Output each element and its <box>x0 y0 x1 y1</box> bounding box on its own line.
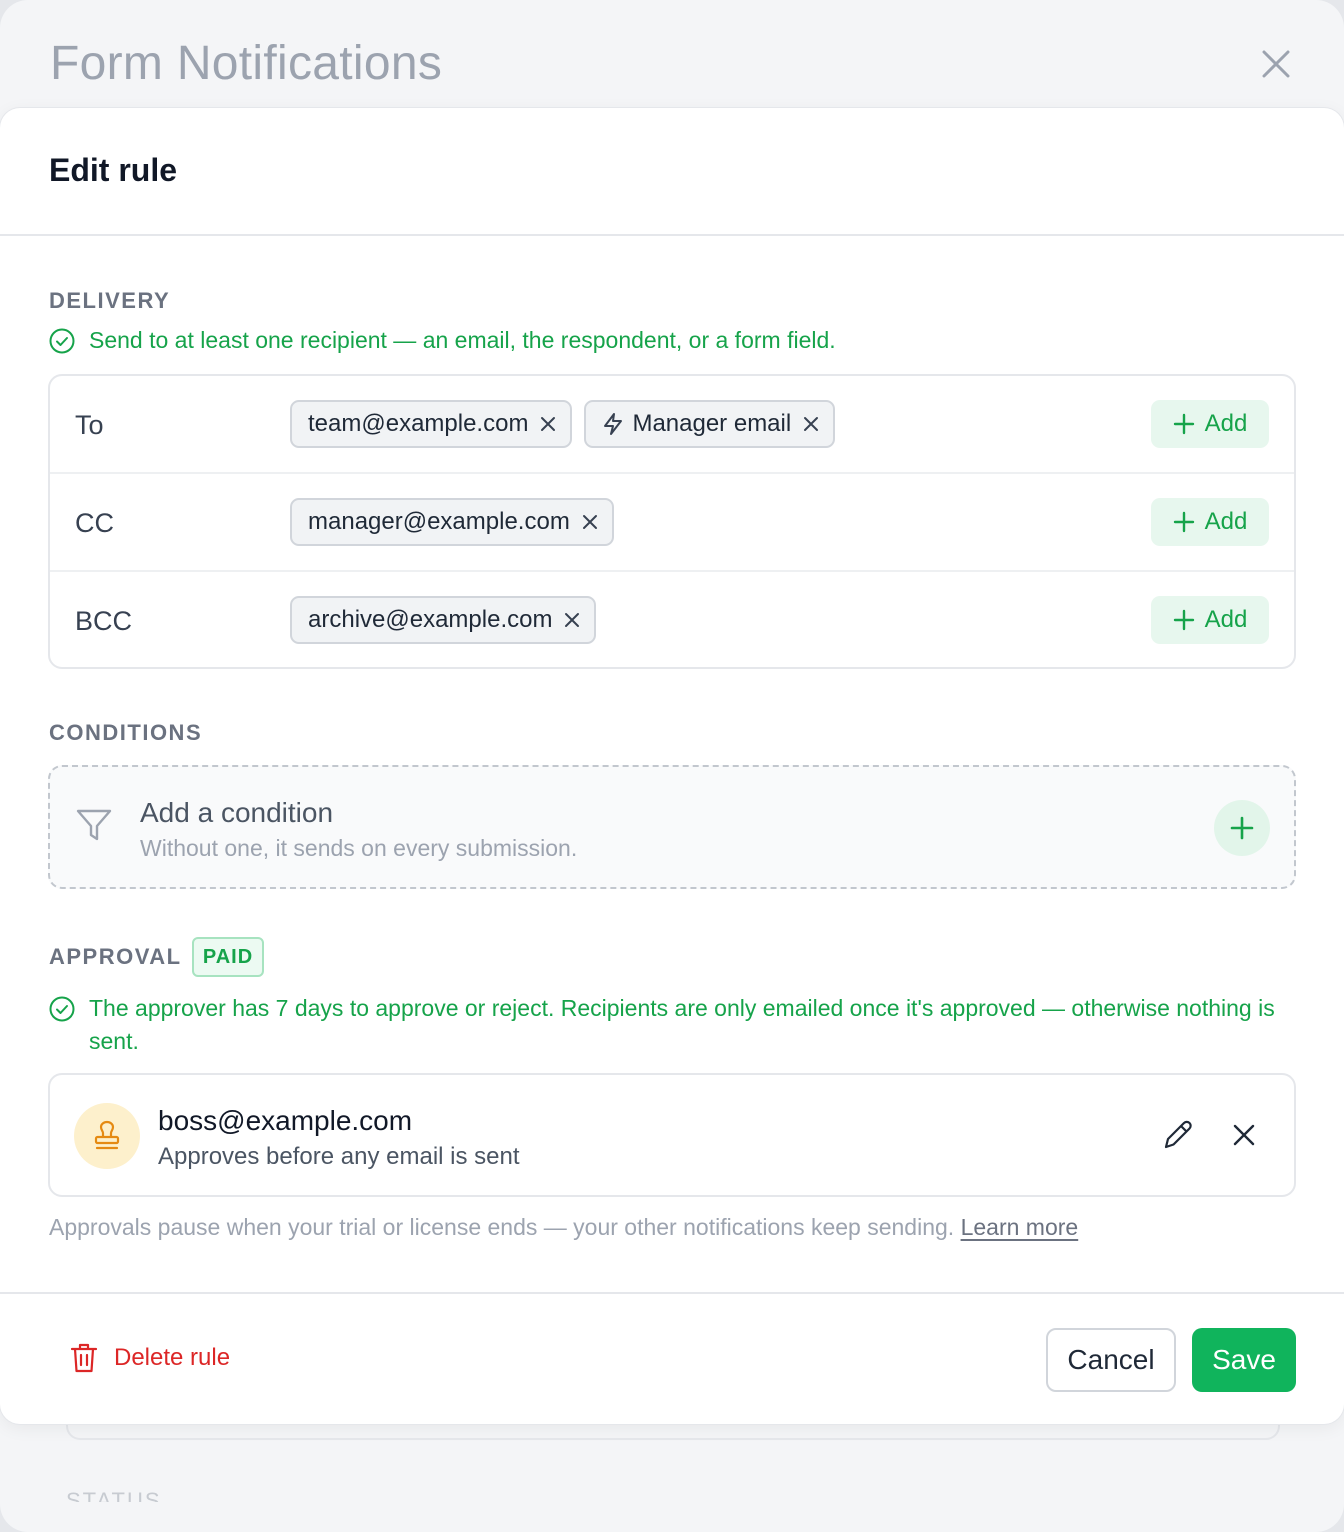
modal-title: Edit rule <box>49 152 178 188</box>
delivery-hint-text: Send to at least one recipient — an emai… <box>89 327 836 353</box>
recipient-row-to: To team@example.com Manager email Add <box>50 376 1294 474</box>
add-condition-button[interactable] <box>1214 800 1270 856</box>
recipient-label-cc: CC <box>75 508 114 538</box>
approval-hint: The approver has 7 days to approve or re… <box>49 992 1279 1058</box>
background-page-title: Form Notifications <box>50 37 443 90</box>
approval-footnote: Approvals pause when your trial or licen… <box>49 1214 1078 1241</box>
plus-icon <box>1173 511 1194 533</box>
modal-header: Edit rule <box>0 108 1344 236</box>
modal-footer: Delete rule Cancel Save <box>0 1292 1344 1424</box>
avatar <box>74 1103 140 1169</box>
approval-hint-text: The approver has 7 days to approve or re… <box>89 995 1275 1054</box>
recipient-label-to: To <box>75 410 104 440</box>
recipient-chip[interactable]: team@example.com <box>290 400 573 448</box>
filter-icon <box>74 805 114 850</box>
add-label: Add <box>1204 410 1248 437</box>
recipient-chip[interactable]: archive@example.com <box>290 596 597 644</box>
background-status-label: STATUS <box>66 1488 162 1502</box>
remove-chip-icon[interactable] <box>564 612 580 628</box>
add-to-button[interactable]: Add <box>1151 400 1269 448</box>
approver-email: boss@example.com <box>158 1105 413 1136</box>
save-button[interactable]: Save <box>1192 1328 1296 1392</box>
recipient-chip-field[interactable]: Manager email <box>584 400 836 448</box>
approval-label: APPROVAL <box>49 944 182 969</box>
check-circle-icon <box>49 996 75 1022</box>
add-label: Add <box>1204 508 1248 535</box>
add-bcc-button[interactable]: Add <box>1151 596 1269 644</box>
plus-icon <box>1173 413 1194 435</box>
condition-title: Add a condition <box>140 797 334 828</box>
remove-chip-icon[interactable] <box>803 416 819 432</box>
trash-icon <box>70 1343 98 1373</box>
lightning-icon <box>602 412 624 436</box>
remove-approver-close-icon[interactable] <box>1230 1121 1258 1154</box>
chip-label: team@example.com <box>308 410 529 437</box>
footnote-text: Approvals pause when your trial or licen… <box>49 1214 955 1240</box>
recipient-row-bcc: BCC archive@example.com Add <box>50 572 1294 670</box>
add-condition-card[interactable]: Add a condition Without one, it sends on… <box>48 765 1296 889</box>
recipient-row-cc: CC manager@example.com Add <box>50 474 1294 572</box>
stamp-icon <box>94 1120 120 1150</box>
plus-icon <box>1230 816 1254 840</box>
chip-label: Manager email <box>632 410 792 437</box>
paid-badge: PAID <box>192 937 264 977</box>
remove-chip-icon[interactable] <box>540 416 556 432</box>
delete-label: Delete rule <box>114 1344 231 1371</box>
approver-description: Approves before any email is sent <box>158 1143 520 1170</box>
cancel-button[interactable]: Cancel <box>1046 1328 1176 1392</box>
check-circle-icon <box>49 328 75 354</box>
learn-more-link[interactable]: Learn more <box>961 1214 1079 1240</box>
recipient-label-bcc: BCC <box>75 606 133 636</box>
chip-label: manager@example.com <box>308 508 570 535</box>
plus-icon <box>1173 609 1194 631</box>
approver-card: boss@example.com Approves before any ema… <box>48 1073 1296 1197</box>
recipients-box: To team@example.com Manager email Add CC… <box>48 374 1296 669</box>
edit-rule-modal: Edit rule DELIVERY Send to at least one … <box>0 108 1344 1424</box>
recipient-chip[interactable]: manager@example.com <box>290 498 614 546</box>
delivery-label: DELIVERY <box>49 288 171 313</box>
condition-subtitle: Without one, it sends on every submissio… <box>140 835 578 861</box>
chip-label: archive@example.com <box>308 606 553 633</box>
delete-rule-button[interactable]: Delete rule <box>70 1342 230 1374</box>
conditions-label: CONDITIONS <box>49 720 203 745</box>
add-cc-button[interactable]: Add <box>1151 498 1269 546</box>
delivery-hint: Send to at least one recipient — an emai… <box>49 324 836 357</box>
remove-chip-icon[interactable] <box>582 514 598 530</box>
add-label: Add <box>1204 606 1248 633</box>
edit-approver-pencil-icon[interactable] <box>1160 1117 1196 1158</box>
close-icon[interactable] <box>1258 46 1294 82</box>
